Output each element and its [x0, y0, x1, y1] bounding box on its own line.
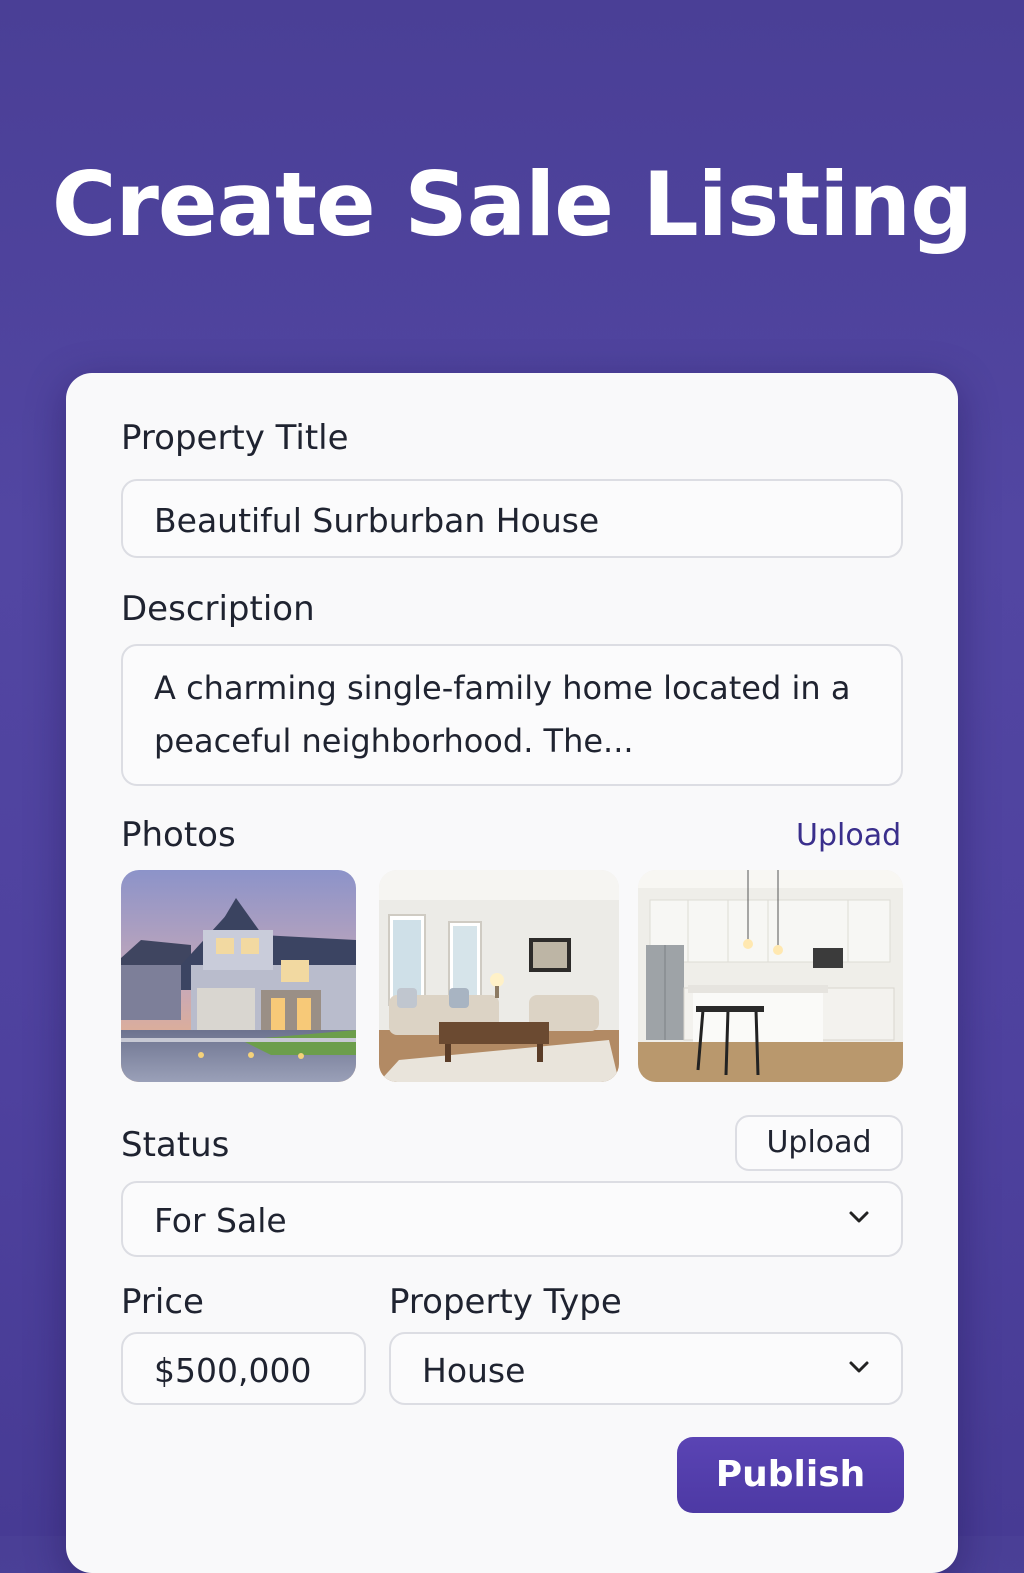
house-exterior-image — [121, 870, 356, 1082]
upload-button[interactable]: Upload — [735, 1115, 903, 1171]
price-input[interactable]: $500,000 — [121, 1332, 366, 1405]
price-label: Price — [121, 1282, 204, 1322]
status-select[interactable]: For Sale — [121, 1181, 903, 1257]
living-room-image — [379, 870, 619, 1082]
status-label: Status — [121, 1125, 230, 1165]
chevron-down-icon — [849, 1211, 869, 1223]
property-title-label: Property Title — [121, 418, 349, 458]
upload-photos-link[interactable]: Upload — [796, 816, 901, 856]
property-title-value: Beautiful Surburban House — [154, 501, 600, 540]
property-type-selected-value: House — [422, 1351, 526, 1390]
publish-button[interactable]: Publish — [677, 1437, 904, 1513]
status-selected-value: For Sale — [154, 1201, 287, 1240]
page-title: Create Sale Listing — [51, 153, 973, 256]
property-type-select[interactable]: House — [389, 1332, 903, 1405]
description-value: A charming single-family home located in… — [154, 669, 851, 760]
price-value: $500,000 — [154, 1351, 312, 1390]
chevron-down-icon — [849, 1361, 869, 1372]
property-type-label: Property Type — [389, 1282, 622, 1322]
kitchen-image — [638, 870, 903, 1082]
description-textarea[interactable]: A charming single-family home located in… — [121, 644, 903, 786]
photo-thumbnail-kitchen[interactable] — [638, 870, 903, 1082]
photos-label: Photos — [121, 815, 236, 855]
photo-thumbnail-living-room[interactable] — [379, 870, 619, 1082]
photo-thumbnail-house-exterior[interactable] — [121, 870, 356, 1082]
description-label: Description — [121, 589, 315, 629]
property-title-input[interactable]: Beautiful Surburban House — [121, 479, 903, 558]
